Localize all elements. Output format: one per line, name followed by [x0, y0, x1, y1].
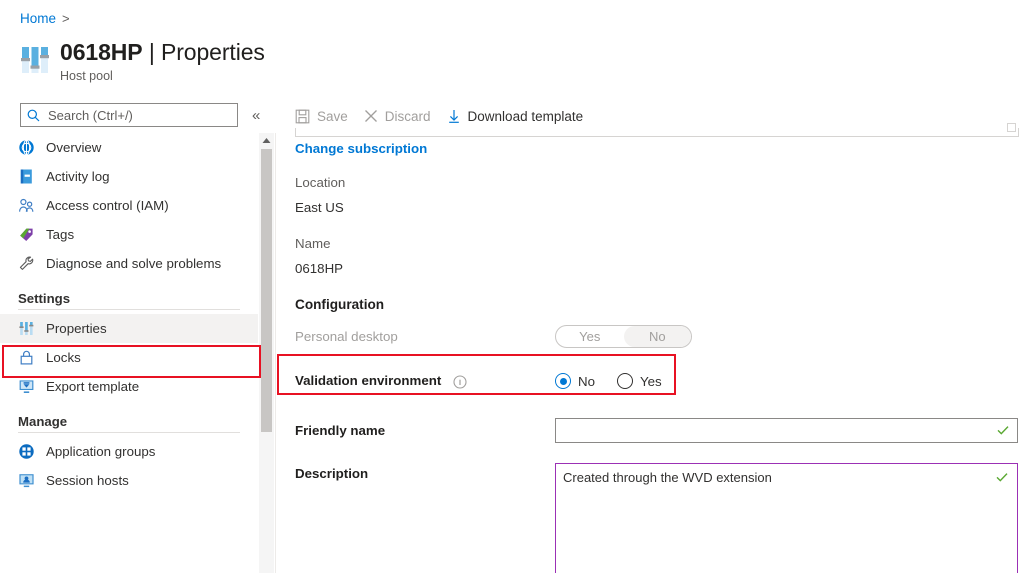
activity-log-icon — [18, 168, 35, 185]
personal-desktop-label: Personal desktop — [295, 329, 555, 344]
page-subtitle: Host pool — [60, 69, 265, 83]
page-section-name: Properties — [161, 39, 265, 65]
properties-form: Change subscription Location East US Nam… — [295, 140, 1024, 573]
discard-label: Discard — [385, 109, 431, 124]
description-label: Description — [295, 463, 555, 481]
app-groups-grid-icon — [18, 443, 35, 460]
sidebar-group-divider — [18, 432, 240, 433]
location-value: East US — [295, 200, 1024, 215]
sidebar-divider — [275, 133, 276, 573]
sliders-icon — [18, 43, 52, 77]
azure-portal-blade: Home > 0618HP | Properties Host pool — [0, 0, 1024, 573]
info-icon[interactable] — [453, 375, 467, 389]
radio-dot-yes — [617, 373, 633, 389]
sidebar-item-activity-log[interactable]: Activity log — [0, 162, 258, 191]
validation-yes-radio[interactable]: Yes — [617, 373, 662, 389]
radio-dot-no — [555, 373, 571, 389]
description-row: Description — [295, 463, 1024, 573]
lock-icon — [18, 349, 35, 366]
description-textarea[interactable] — [555, 463, 1018, 573]
sidebar-item-overview[interactable]: Overview — [0, 133, 258, 162]
sidebar-search-area: « — [20, 103, 260, 127]
sidebar-group-divider — [18, 309, 240, 310]
sidebar-item-access-control-iam[interactable]: Access control (IAM) — [0, 191, 258, 220]
personal-desktop-row: Personal desktop Yes No — [295, 325, 1024, 348]
save-disk-icon — [295, 109, 310, 124]
resource-name: 0618HP — [60, 39, 143, 65]
save-label: Save — [317, 109, 348, 124]
personal-desktop-yes-option: Yes — [556, 326, 624, 347]
collapse-sidebar-button[interactable]: « — [252, 108, 260, 123]
validation-environment-radios: No Yes — [555, 373, 684, 389]
sidebar-item-label: Properties — [46, 321, 107, 336]
download-template-button[interactable]: Download template — [447, 109, 584, 124]
description-field-wrap — [555, 463, 1018, 573]
validation-no-radio[interactable]: No — [555, 373, 595, 389]
sidebar-item-label: Overview — [46, 140, 101, 155]
sidebar-item-locks[interactable]: Locks — [0, 343, 258, 372]
scroll-up-arrow-icon[interactable] — [259, 133, 274, 148]
breadcrumb: Home > — [20, 11, 70, 26]
name-label: Name — [295, 236, 1024, 251]
sidebar-group-manage: Manage — [0, 414, 258, 429]
validation-yes-label: Yes — [640, 374, 662, 389]
save-button[interactable]: Save — [295, 109, 348, 124]
sidebar-group-settings: Settings — [0, 291, 258, 306]
export-template-icon — [18, 378, 35, 395]
page-title: 0618HP | Properties — [60, 38, 265, 66]
download-arrow-icon — [447, 109, 461, 124]
content-scroll-strip[interactable] — [295, 128, 1019, 137]
sidebar-item-application-groups[interactable]: Application groups — [0, 437, 258, 466]
sidebar-item-export-template[interactable]: Export template — [0, 372, 258, 401]
scrollbar-thumb[interactable] — [261, 149, 272, 432]
sidebar-item-properties[interactable]: Properties — [0, 314, 258, 343]
friendly-name-input[interactable] — [555, 418, 1018, 443]
search-icon — [27, 109, 40, 122]
sidebar-nav: Overview Activity log Access control (IAM)… — [0, 133, 258, 573]
sidebar-item-label: Tags — [46, 227, 74, 242]
scroll-nub[interactable] — [1007, 123, 1016, 132]
sidebar-item-label: Session hosts — [46, 473, 129, 488]
search-box[interactable] — [20, 103, 238, 127]
validation-no-label: No — [578, 374, 595, 389]
command-bar: Save Discard Download template — [295, 103, 599, 129]
sidebar-item-label: Export template — [46, 379, 139, 394]
location-label: Location — [295, 175, 1024, 190]
breadcrumb-separator: > — [62, 11, 70, 26]
search-input[interactable] — [46, 107, 231, 124]
validation-environment-label-text: Validation environment — [295, 373, 441, 388]
sidebar-item-diagnose-and-solve-problems[interactable]: Diagnose and solve problems — [0, 249, 258, 278]
sidebar-item-session-hosts[interactable]: Session hosts — [0, 466, 258, 495]
access-control-people-icon — [18, 197, 35, 214]
friendly-name-label: Friendly name — [295, 423, 555, 438]
sidebar-item-label: Activity log — [46, 169, 110, 184]
sidebar-scrollbar[interactable] — [259, 133, 274, 573]
close-x-icon — [364, 109, 378, 123]
sidebar-item-label: Access control (IAM) — [46, 198, 169, 213]
change-subscription-link[interactable]: Change subscription — [295, 141, 427, 156]
name-value: 0618HP — [295, 261, 1024, 276]
validation-environment-row: Validation environment No Yes — [295, 365, 1024, 397]
friendly-name-row: Friendly name — [295, 418, 1024, 443]
sidebar-item-label: Application groups — [46, 444, 155, 459]
validation-environment-label: Validation environment — [295, 373, 555, 388]
breadcrumb-home[interactable]: Home — [20, 11, 56, 26]
configuration-heading: Configuration — [295, 297, 1024, 312]
sidebar-item-label: Diagnose and solve problems — [46, 256, 221, 271]
overview-globe-icon — [18, 139, 35, 156]
wrench-icon — [18, 255, 35, 272]
session-hosts-monitor-icon — [18, 472, 35, 489]
discard-button[interactable]: Discard — [364, 109, 431, 124]
sliders-icon — [18, 320, 35, 337]
tag-icon — [18, 226, 35, 243]
sidebar-item-label: Locks — [46, 350, 81, 365]
personal-desktop-toggle: Yes No — [555, 325, 692, 348]
title-divider: | — [149, 39, 155, 65]
page-header: 0618HP | Properties Host pool — [18, 38, 265, 83]
download-template-label: Download template — [468, 109, 584, 124]
personal-desktop-no-option: No — [624, 326, 692, 347]
friendly-name-field-wrap — [555, 418, 1018, 443]
sidebar-item-tags[interactable]: Tags — [0, 220, 258, 249]
